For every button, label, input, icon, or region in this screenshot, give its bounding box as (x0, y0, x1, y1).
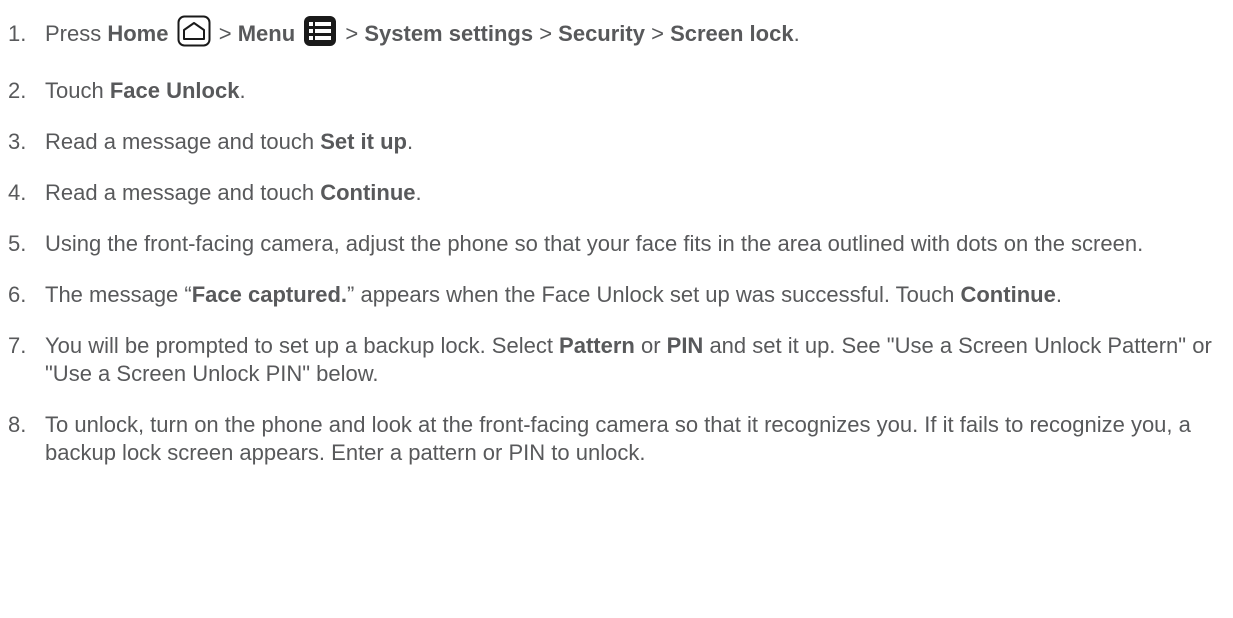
step-4: 4. Read a message and touch Continue. (8, 179, 1213, 207)
step-8: 8. To unlock, turn on the phone and look… (8, 411, 1213, 467)
separator: > (212, 21, 238, 46)
step-number: 7. (8, 333, 27, 358)
separator: > (533, 21, 559, 46)
security-label: Security (558, 21, 645, 46)
step-number: 8. (8, 412, 27, 437)
screen-lock-label: Screen lock (670, 21, 794, 46)
system-settings-label: System settings (364, 21, 534, 46)
step-number: 4. (8, 180, 27, 205)
step-text: ” appears when the Face Unlock set up wa… (347, 282, 961, 307)
step-text: Press (45, 21, 108, 46)
step-text: Using the front-facing camera, adjust th… (45, 231, 1144, 256)
steps-list: 1. Press Home > Menu > System settings >… (8, 14, 1213, 467)
step-text: Read a message and touch (45, 129, 321, 154)
face-unlock-label: Face Unlock (109, 78, 240, 103)
continue-label: Continue (960, 282, 1056, 307)
step-text: or (634, 333, 667, 358)
period: . (1055, 282, 1062, 307)
menu-icon (303, 15, 337, 60)
step-5: 5. Using the front-facing camera, adjust… (8, 230, 1213, 258)
step-3: 3. Read a message and touch Set it up. (8, 128, 1213, 156)
period: . (239, 78, 246, 103)
separator: > (339, 21, 365, 46)
step-2: 2. Touch Face Unlock. (8, 77, 1213, 105)
step-7: 7. You will be prompted to set up a back… (8, 332, 1213, 388)
home-icon (177, 15, 211, 60)
step-text: You will be prompted to set up a backup … (45, 333, 560, 358)
period: . (793, 21, 800, 46)
step-number: 1. (8, 21, 27, 46)
continue-label: Continue (320, 180, 416, 205)
step-6: 6. The message “Face captured.” appears … (8, 281, 1213, 309)
step-text: The message “ (45, 282, 192, 307)
step-text: Read a message and touch (45, 180, 321, 205)
pin-label: PIN (666, 333, 704, 358)
period: . (406, 129, 414, 154)
step-text: Touch (45, 78, 110, 103)
separator: > (644, 21, 671, 46)
step-number: 3. (8, 129, 27, 154)
step-number: 2. (8, 78, 27, 103)
step-text: To unlock, turn on the phone and look at… (45, 412, 1191, 465)
period: . (415, 180, 422, 205)
step-number: 6. (8, 282, 27, 307)
step-number: 5. (8, 231, 27, 256)
pattern-label: Pattern (559, 333, 635, 358)
face-captured-label: Face captured. (191, 282, 348, 307)
step-1: 1. Press Home > Menu > System settings >… (8, 14, 1213, 60)
set-it-up-label: Set it up (320, 129, 407, 154)
menu-label: Menu (237, 21, 296, 46)
home-label: Home (107, 21, 169, 46)
instructions-page: 1. Press Home > Menu > System settings >… (0, 0, 1233, 618)
